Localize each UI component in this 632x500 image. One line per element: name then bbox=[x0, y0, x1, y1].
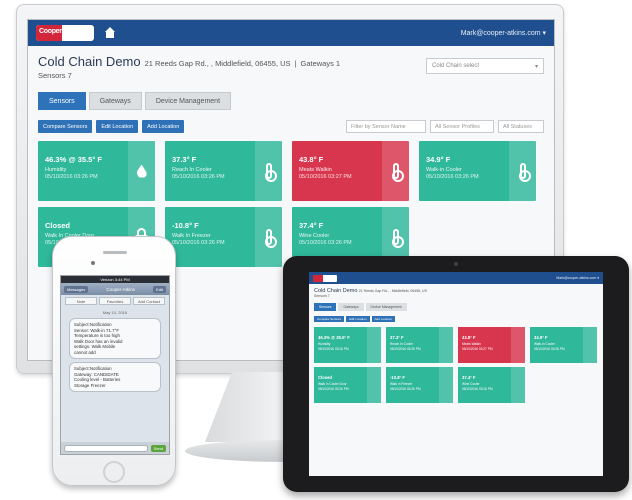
phone-camera bbox=[91, 261, 95, 265]
contact-actions: Note Favorites Add Contact bbox=[61, 295, 169, 307]
sensor-name: Reach In Cooler bbox=[172, 167, 212, 173]
tablet-screen: Mark@cooper-atkins.com ▾ Cold Chain Demo… bbox=[309, 272, 603, 476]
sensor-card[interactable]: Closed Walk In Cooler Door 05/10/2016 03:2… bbox=[314, 367, 381, 403]
sensor-name: Meats Walkin bbox=[299, 167, 332, 173]
brand-logo[interactable]: Cooper bbox=[36, 25, 94, 41]
sensor-name: Walk-in Cooler bbox=[426, 167, 462, 173]
sensor-card[interactable]: 34.9° F Walk-in Cooler 05/10/2016 03:26 … bbox=[419, 141, 536, 201]
brand-logo[interactable] bbox=[313, 274, 337, 282]
page-header: Cold Chain Demo 21 Reeds Gap Rd., , Midd… bbox=[28, 46, 554, 84]
tab-gateways[interactable]: Gateways bbox=[88, 92, 142, 110]
sensor-reading: 37.4° F bbox=[299, 221, 324, 230]
thermometer-icon bbox=[391, 229, 404, 248]
tablet-top-bar: Mark@cooper-atkins.com ▾ bbox=[309, 272, 603, 284]
sensor-card[interactable]: 46.3% @ 35.5° F Humidity 05/10/2016 03:2… bbox=[38, 141, 155, 201]
tab-gateways[interactable]: Gateways bbox=[338, 303, 364, 311]
phone-home-button[interactable] bbox=[103, 461, 125, 483]
note-button[interactable]: Note bbox=[65, 297, 97, 305]
phone-speaker bbox=[103, 251, 127, 254]
tab-bar: Sensors Gateways Device Management bbox=[309, 298, 603, 311]
sensor-card[interactable]: 37.4° F Wine Cooler 05/10/2016 03:26 PM bbox=[458, 367, 525, 403]
humidity-drop-icon bbox=[136, 164, 147, 178]
compose-bar: Send bbox=[61, 442, 169, 454]
user-menu[interactable]: Mark@cooper-atkins.com ▾ bbox=[556, 276, 599, 280]
sensor-card-alarm[interactable]: 43.8° F Meats Walkin 05/10/2016 03:27 PM bbox=[458, 327, 525, 363]
edit-location-button[interactable]: Edit Location bbox=[96, 120, 139, 133]
tab-sensors[interactable]: Sensors bbox=[38, 92, 86, 110]
location-select[interactable]: Cold Chain select ▾ bbox=[426, 58, 544, 74]
sensor-name: Humidity bbox=[45, 167, 67, 173]
conversation-title: Cooper-Atkins bbox=[106, 286, 135, 292]
sensor-reading: 46.3% @ 35.5° F bbox=[45, 155, 103, 164]
phone-status-bar: Verizon 3:44 PM bbox=[61, 276, 169, 283]
send-button[interactable]: Send bbox=[150, 444, 166, 452]
sensor-name: Wine Cooler bbox=[299, 233, 330, 239]
message-date: May 10, 2016 bbox=[102, 310, 128, 315]
gateways-count[interactable]: Gateways 1 bbox=[300, 59, 340, 68]
tablet-device: Mark@cooper-atkins.com ▾ Cold Chain Demo… bbox=[283, 256, 629, 492]
sensor-toolbar: Compare Sensors Edit Location Add Locati… bbox=[309, 311, 603, 322]
thermometer-icon bbox=[518, 163, 531, 182]
edit-button[interactable]: Edit bbox=[153, 285, 166, 293]
sensors-count: Sensors 7 bbox=[38, 71, 72, 80]
sensor-card[interactable]: 37.3° F Reach In Cooler 05/10/2016 03:26… bbox=[165, 141, 282, 201]
message-input[interactable] bbox=[64, 444, 148, 452]
location-address: 21 Reeds Gap Rd., , Middlefield, 06455, … bbox=[358, 289, 427, 293]
sensor-timestamp: 05/10/2016 03:26 PM bbox=[426, 174, 479, 180]
tab-sensors[interactable]: Sensors bbox=[314, 303, 337, 311]
sensor-timestamp: 05/10/2016 03:26 PM bbox=[45, 174, 98, 180]
tab-device-management[interactable]: Device Management bbox=[365, 303, 407, 311]
add-location-button[interactable]: Add Location bbox=[371, 316, 396, 322]
tab-device-management[interactable]: Device Management bbox=[144, 92, 232, 110]
sensor-timestamp: 05/10/2016 03:27 PM bbox=[299, 174, 352, 180]
tab-bar: Sensors Gateways Device Management bbox=[28, 84, 554, 110]
sensor-card[interactable]: 34.9° F Walk-in Cooler 05/10/2016 03:26 PM bbox=[530, 327, 597, 363]
tablet-page-header: Cold Chain Demo 21 Reeds Gap Rd., , Midd… bbox=[309, 284, 603, 298]
smartphone: Verizon 3:44 PM Messages Cooper-Atkins E… bbox=[52, 236, 176, 486]
phone-screen: Verizon 3:44 PM Messages Cooper-Atkins E… bbox=[60, 275, 170, 455]
sensor-reading: Closed bbox=[45, 221, 71, 230]
tablet-camera bbox=[454, 262, 458, 266]
user-menu[interactable]: Mark@cooper-atkins.com ▾ bbox=[461, 29, 546, 37]
sensor-reading: 34.9° F bbox=[426, 155, 451, 164]
sensor-card-grid: 46.3% @ 35.5° F Humidity 05/10/2016 03:26 … bbox=[309, 322, 603, 408]
edit-location-button[interactable]: Edit Location bbox=[346, 316, 370, 322]
sensor-reading: 43.8° F bbox=[299, 155, 324, 164]
home-icon[interactable] bbox=[104, 27, 116, 39]
thermometer-icon bbox=[264, 229, 277, 248]
message-bubble: Subject:Notification Sensor: Walk-in 71.… bbox=[69, 318, 161, 359]
sensor-reading: -10.8° F bbox=[172, 221, 199, 230]
compare-sensors-button[interactable]: Compare Sensors bbox=[314, 316, 345, 322]
sensor-card[interactable]: 37.3° F Reach In Cooler 05/10/2016 03:26 P… bbox=[386, 327, 453, 363]
sensor-timestamp: 05/10/2016 03:26 PM bbox=[299, 240, 352, 246]
sensor-card[interactable]: -10.8° F Walk In Freezer 05/10/2016 03:2… bbox=[165, 207, 282, 267]
sensor-card[interactable]: -10.8° F Walk In Freezer 05/10/2016 03:26 … bbox=[386, 367, 453, 403]
sensor-reading: 37.3° F bbox=[172, 155, 197, 164]
chevron-down-icon: ▾ bbox=[534, 63, 538, 70]
sensor-name: Walk In Freezer bbox=[172, 233, 211, 239]
sensor-profile-filter[interactable]: All Sensor Profiles bbox=[430, 120, 494, 133]
top-navigation-bar: Cooper Mark@cooper-atkins.com ▾ bbox=[28, 20, 554, 46]
sensor-toolbar: Compare Sensors Edit Location Add Locati… bbox=[28, 110, 554, 133]
sensor-name-filter[interactable]: Filter by Sensor Name bbox=[346, 120, 426, 133]
location-address: 21 Reeds Gap Rd., , Middlefield, 06455, … bbox=[144, 59, 291, 68]
sensor-card-alarm[interactable]: 43.8° F Meats Walkin 05/10/2016 03:27 PM bbox=[292, 141, 409, 201]
sensor-timestamp: 05/10/2016 03:26 PM bbox=[172, 174, 225, 180]
message-bubble: Subject:Notification Gateway: CANDIDATE … bbox=[69, 362, 161, 392]
sensor-card[interactable]: 46.3% @ 35.5° F Humidity 05/10/2016 03:26 … bbox=[314, 327, 381, 363]
add-contact-button[interactable]: Add Contact bbox=[133, 297, 165, 305]
sensor-timestamp: 05/10/2016 03:26 PM bbox=[172, 240, 225, 246]
add-location-button[interactable]: Add Location bbox=[142, 120, 185, 133]
compare-sensors-button[interactable]: Compare Sensors bbox=[38, 120, 93, 133]
messages-nav-bar: Messages Cooper-Atkins Edit bbox=[61, 283, 169, 295]
thermometer-icon bbox=[264, 163, 277, 182]
favorites-button[interactable]: Favorites bbox=[99, 297, 131, 305]
page-title: Cold Chain Demo bbox=[38, 54, 141, 69]
thermometer-icon bbox=[391, 163, 404, 182]
status-filter[interactable]: All Statuses bbox=[498, 120, 544, 133]
back-button[interactable]: Messages bbox=[64, 285, 89, 293]
